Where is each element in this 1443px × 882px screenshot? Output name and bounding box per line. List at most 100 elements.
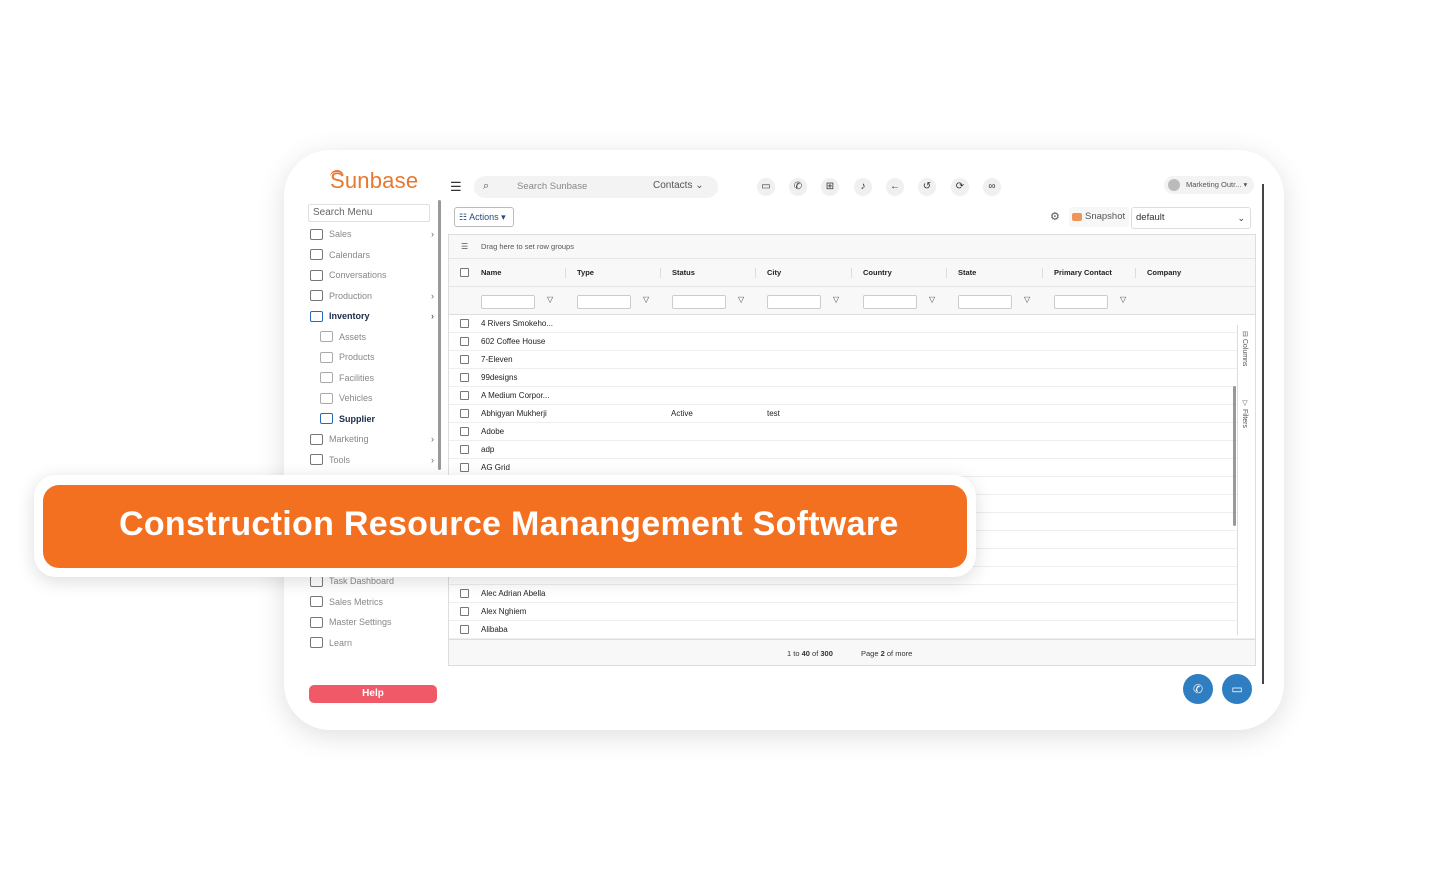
cell-name: 4 Rivers Smokeho... (481, 319, 554, 328)
sidebar-item-learn[interactable]: Learn (300, 633, 442, 654)
table-row[interactable]: 602 Coffee House (449, 333, 1255, 351)
column-separator[interactable] (660, 268, 661, 278)
select-all-checkbox[interactable] (460, 268, 469, 277)
filter-icon[interactable]: ▽ (738, 295, 744, 304)
message-icon[interactable]: ▭ (757, 178, 775, 196)
column-separator[interactable] (1135, 268, 1136, 278)
table-row[interactable]: Alec Adrian Abella (449, 585, 1255, 603)
app-window: Sunbase Search Menu Sales › Calendars Conve… (300, 166, 1266, 712)
filter-icon[interactable]: ▽ (643, 295, 649, 304)
sidebar-item-production[interactable]: Production › (300, 286, 442, 307)
table-row[interactable]: adp (449, 441, 1255, 459)
history-icon[interactable]: ↺ (918, 178, 936, 196)
snapshot-button[interactable]: Snapshot (1069, 207, 1129, 227)
column-header-country[interactable]: Country (863, 268, 892, 277)
column-header-type[interactable]: Type (577, 268, 594, 277)
column-header-status[interactable]: Status (672, 268, 695, 277)
gear-icon[interactable]: ⚙ (1050, 210, 1060, 223)
column-header-state[interactable]: State (958, 268, 976, 277)
filter-input-type[interactable] (577, 295, 631, 309)
row-checkbox[interactable] (460, 427, 469, 436)
filter-input-city[interactable] (767, 295, 821, 309)
row-checkbox[interactable] (460, 589, 469, 598)
table-row[interactable]: 99designs (449, 369, 1255, 387)
table-row[interactable]: Alex Nghiem (449, 603, 1255, 621)
row-checkbox[interactable] (460, 319, 469, 328)
group-icon: ☰ (461, 242, 469, 251)
facilities-icon (320, 372, 333, 384)
row-checkbox[interactable] (460, 391, 469, 400)
row-checkbox[interactable] (460, 337, 469, 346)
filter-icon[interactable]: ▽ (547, 295, 553, 304)
filter-input-primary-contact[interactable] (1054, 295, 1108, 309)
sidebar-item-master-settings[interactable]: Master Settings (300, 612, 442, 633)
sidebar-item-vehicles[interactable]: Vehicles (300, 388, 442, 409)
search-context-dropdown[interactable]: Contacts ⌄ (653, 180, 704, 191)
filter-input-state[interactable] (958, 295, 1012, 309)
table-row[interactable]: 4 Rivers Smokeho... (449, 315, 1255, 333)
add-icon[interactable]: ⊞ (821, 178, 839, 196)
filter-icon[interactable]: ▽ (1024, 295, 1030, 304)
sidebar-item-inventory[interactable]: Inventory › (300, 306, 442, 327)
phone-icon[interactable]: ✆ (789, 178, 807, 196)
back-arrow-icon[interactable]: ← (886, 178, 904, 196)
sidebar-item-sales-metrics[interactable]: Sales Metrics (300, 592, 442, 613)
sidebar-item-conversations[interactable]: Conversations (300, 265, 442, 286)
column-header-city[interactable]: City (767, 268, 781, 277)
refresh-icon[interactable]: ⟳ (951, 178, 969, 196)
table-row[interactable]: 7-Eleven (449, 351, 1255, 369)
table-row[interactable]: Alibaba (449, 621, 1255, 639)
search-menu-input[interactable]: Search Menu (308, 204, 430, 222)
sidebar-item-facilities[interactable]: Facilities (300, 368, 442, 389)
filter-input-country[interactable] (863, 295, 917, 309)
row-checkbox[interactable] (460, 409, 469, 418)
columns-tab[interactable]: ⊟ Columns (1240, 331, 1248, 366)
view-select[interactable]: default ⌄ (1131, 207, 1251, 229)
hamburger-menu-icon[interactable]: ☰ (450, 179, 462, 195)
column-separator[interactable] (565, 268, 566, 278)
sidebar-item-calendars[interactable]: Calendars (300, 245, 442, 266)
table-row[interactable]: Adobe (449, 423, 1255, 441)
sidebar-item-marketing[interactable]: Marketing › (300, 429, 442, 450)
help-button[interactable]: Help (309, 685, 437, 703)
global-search[interactable]: ⌕ Search Sunbase Contacts ⌄ (474, 176, 718, 198)
column-header-primary-contact[interactable]: Primary Contact (1054, 268, 1112, 277)
call-fab-button[interactable]: ✆ (1183, 674, 1213, 704)
search-input[interactable]: Search Sunbase (517, 181, 587, 192)
metrics-icon (310, 596, 323, 608)
filter-icon[interactable]: ▽ (1120, 295, 1126, 304)
filter-icon[interactable]: ▽ (833, 295, 839, 304)
row-checkbox[interactable] (460, 373, 469, 382)
column-separator[interactable] (755, 268, 756, 278)
user-menu[interactable]: Marketing Outr... ▾ (1164, 176, 1254, 194)
column-separator[interactable] (946, 268, 947, 278)
column-separator[interactable] (851, 268, 852, 278)
calendar-icon (310, 249, 323, 261)
actions-button[interactable]: ☷ Actions ▾ (454, 207, 514, 227)
table-row[interactable]: A Medium Corpor... (449, 387, 1255, 405)
filter-input-name[interactable] (481, 295, 535, 309)
sidebar-item-sales[interactable]: Sales › (300, 224, 442, 245)
filter-input-status[interactable] (672, 295, 726, 309)
table-row[interactable]: Abhigyan Mukherji Active test (449, 405, 1255, 423)
row-checkbox[interactable] (460, 607, 469, 616)
filters-tab[interactable]: ▽ Filters (1240, 399, 1248, 428)
grid-scrollbar[interactable] (1233, 386, 1236, 526)
sidebar-item-tools[interactable]: Tools › (300, 450, 442, 471)
row-checkbox[interactable] (460, 445, 469, 454)
column-header-name[interactable]: Name (481, 268, 501, 277)
sidebar-scrollbar[interactable] (438, 200, 441, 470)
row-checkbox[interactable] (460, 355, 469, 364)
row-checkbox[interactable] (460, 463, 469, 472)
glasses-icon[interactable]: ∞ (983, 178, 1001, 196)
bell-icon[interactable]: ♪ (854, 178, 872, 196)
column-header-company[interactable]: Company (1147, 268, 1181, 277)
filter-icon[interactable]: ▽ (929, 295, 935, 304)
sidebar-item-products[interactable]: Products (300, 347, 442, 368)
row-group-panel[interactable]: ☰ Drag here to set row groups (449, 235, 1255, 259)
sidebar-item-assets[interactable]: Assets (300, 327, 442, 348)
row-checkbox[interactable] (460, 625, 469, 634)
chat-fab-button[interactable]: ▭ (1222, 674, 1252, 704)
sidebar-item-supplier[interactable]: Supplier (300, 409, 442, 430)
column-separator[interactable] (1042, 268, 1043, 278)
